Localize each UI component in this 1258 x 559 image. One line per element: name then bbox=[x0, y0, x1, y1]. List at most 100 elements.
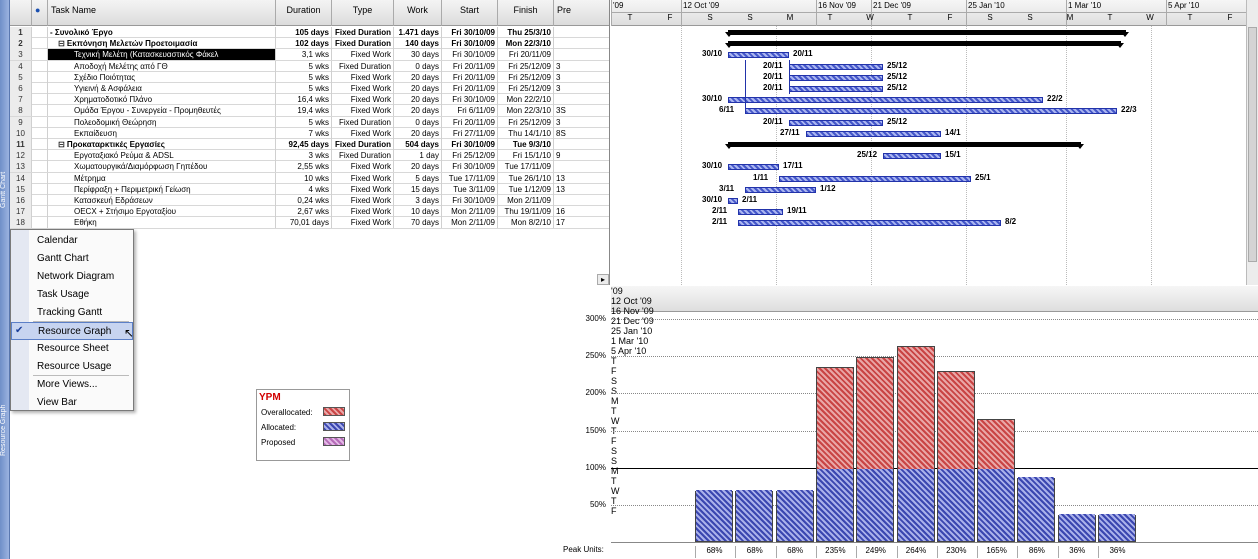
task-name-cell[interactable]: Εκπαίδευση bbox=[48, 127, 276, 139]
finish-cell[interactable]: Tue 26/1/10 bbox=[498, 172, 554, 184]
task-name-cell[interactable]: Ομάδα Έργου - Συνεργεία - Προμηθευτές bbox=[48, 105, 276, 117]
duration-cell[interactable]: 105 days bbox=[276, 27, 332, 38]
task-bar[interactable] bbox=[789, 119, 883, 126]
resource-graph[interactable]: '09 12 Oct '09 16 Nov '09 21 Dec '09 25 Jan … bbox=[611, 286, 1258, 559]
row-id[interactable]: 3 bbox=[10, 49, 32, 61]
type-cell[interactable]: Fixed Duration bbox=[332, 60, 394, 72]
finish-cell[interactable]: Mon 22/3/10 bbox=[498, 105, 554, 117]
row-id[interactable]: 18 bbox=[10, 217, 32, 229]
type-cell[interactable]: Fixed Work bbox=[332, 217, 394, 229]
task-bar[interactable] bbox=[728, 198, 738, 204]
predecessors-cell[interactable]: 16 bbox=[554, 206, 609, 217]
viewbar-gantt-label[interactable]: Gantt Chart bbox=[0, 160, 10, 220]
indicator-cell[interactable] bbox=[32, 161, 48, 173]
finish-cell[interactable]: Fri 25/12/09 bbox=[498, 116, 554, 128]
scrollbar-thumb[interactable] bbox=[1248, 27, 1257, 262]
task-bar[interactable] bbox=[789, 74, 883, 81]
type-cell[interactable]: Fixed Work bbox=[332, 195, 394, 206]
summary-bar[interactable] bbox=[725, 142, 1084, 149]
row-id[interactable]: 11 bbox=[10, 139, 32, 150]
table-row[interactable]: 10 Εκπαίδευση 7 wks Fixed Work 20 days Fri 27… bbox=[10, 127, 609, 139]
predecessors-cell[interactable] bbox=[554, 49, 609, 60]
start-cell[interactable]: Fri 27/11/09 bbox=[442, 127, 498, 139]
work-cell[interactable]: 30 days bbox=[394, 49, 442, 61]
table-row[interactable]: 15 Περίφραξη + Περιμετρική Γείωση 4 wks Fix… bbox=[10, 183, 609, 195]
row-id[interactable]: 14 bbox=[10, 172, 32, 184]
start-cell[interactable]: Fri 20/11/09 bbox=[442, 116, 498, 128]
predecessors-cell[interactable]: 9 bbox=[554, 150, 609, 161]
view-bar[interactable]: Gantt Chart Resource Graph bbox=[0, 0, 10, 559]
row-id[interactable]: 12 bbox=[10, 150, 32, 162]
task-name-cell[interactable]: Υγιεινή & Ασφάλεια bbox=[48, 83, 276, 94]
finish-cell[interactable]: Mon 8/2/10 bbox=[498, 217, 554, 229]
task-name-cell[interactable]: OECX + Στήσιμο Εργοταξίου bbox=[48, 206, 276, 218]
gantt-chart[interactable]: '09 12 Oct '09 16 Nov '09 21 Dec '09 25 Jan … bbox=[611, 0, 1258, 285]
task-name-cell[interactable]: Αποδοχή Μελέτης από ΓΘ bbox=[48, 60, 276, 72]
task-bar[interactable] bbox=[789, 63, 883, 70]
indicator-cell[interactable] bbox=[32, 172, 48, 184]
menu-item-view-bar[interactable]: View Bar bbox=[11, 394, 133, 412]
task-name-cell[interactable]: Πολεοδομική Θεώρηση bbox=[48, 116, 276, 128]
menu-item-resource-sheet[interactable]: Resource Sheet bbox=[11, 340, 133, 358]
indicator-cell[interactable] bbox=[32, 38, 48, 50]
start-cell[interactable]: Fri 30/10/09 bbox=[442, 49, 498, 61]
table-row[interactable]: 1 - Συνολικό Έργο 105 days Fixed Duration 1.… bbox=[10, 27, 609, 39]
type-cell[interactable]: Fixed Work bbox=[332, 206, 394, 218]
row-id[interactable]: 17 bbox=[10, 206, 32, 218]
duration-cell[interactable]: 0,24 wks bbox=[276, 195, 332, 206]
row-id[interactable]: 10 bbox=[10, 127, 32, 139]
duration-cell[interactable]: 10 wks bbox=[276, 172, 332, 184]
predecessors-cell[interactable]: 17 bbox=[554, 217, 609, 228]
duration-cell[interactable]: 2,67 wks bbox=[276, 206, 332, 218]
type-cell[interactable]: Fixed Work bbox=[332, 83, 394, 94]
task-bar[interactable] bbox=[738, 220, 1001, 227]
start-cell[interactable]: Fri 30/10/09 bbox=[442, 38, 498, 50]
work-cell[interactable]: 140 days bbox=[394, 38, 442, 50]
work-cell[interactable]: 0 days bbox=[394, 60, 442, 72]
task-bar[interactable] bbox=[779, 175, 971, 182]
menu-item-resource-graph[interactable]: Resource Graph bbox=[11, 322, 133, 340]
task-bar[interactable] bbox=[728, 164, 779, 171]
menu-item-network-diagram[interactable]: Network Diagram bbox=[11, 268, 133, 286]
task-name-cell[interactable]: Περίφραξη + Περιμετρική Γείωση bbox=[48, 183, 276, 195]
work-cell[interactable]: 20 days bbox=[394, 83, 442, 94]
task-name-cell[interactable]: Κατασκευή Εδράσεων bbox=[48, 195, 276, 206]
predecessors-cell[interactable]: 3 bbox=[554, 83, 609, 94]
predecessors-cell[interactable]: 13 bbox=[554, 184, 609, 195]
task-name-cell[interactable]: Χρηματοδοτικό Πλάνο bbox=[48, 94, 276, 106]
row-id[interactable]: 4 bbox=[10, 60, 32, 72]
table-row[interactable]: 14 Μέτρημα 10 wks Fixed Work 5 days Tue 17/11… bbox=[10, 172, 609, 184]
duration-cell[interactable]: 4 wks bbox=[276, 183, 332, 195]
finish-cell[interactable]: Fri 20/11/09 bbox=[498, 49, 554, 61]
row-id[interactable]: 7 bbox=[10, 94, 32, 106]
task-name-cell[interactable]: - Συνολικό Έργο bbox=[48, 27, 276, 38]
table-row[interactable]: 12 Εργοταξιακό Ρεύμα & ADSL 3 wks Fixed Dur… bbox=[10, 150, 609, 162]
viewbar-resource-label[interactable]: Resource Graph bbox=[0, 395, 10, 465]
table-row[interactable]: 16 Κατασκευή Εδράσεων 0,24 wks Fixed Work 3 … bbox=[10, 195, 609, 207]
task-bar[interactable] bbox=[883, 153, 941, 160]
row-id[interactable]: 9 bbox=[10, 116, 32, 128]
work-cell[interactable]: 5 days bbox=[394, 172, 442, 184]
predecessors-cell[interactable] bbox=[554, 139, 609, 150]
predecessors-cell[interactable] bbox=[554, 161, 609, 172]
indicator-cell[interactable] bbox=[32, 49, 48, 61]
header-start[interactable]: Start bbox=[442, 0, 498, 26]
duration-cell[interactable]: 102 days bbox=[276, 38, 332, 50]
table-row[interactable]: 11 ⊟ Προκαταρκτικές Εργασίες 92,45 days Fix… bbox=[10, 139, 609, 151]
menu-item-calendar[interactable]: Calendar bbox=[11, 232, 133, 250]
finish-cell[interactable]: Fri 15/1/10 bbox=[498, 150, 554, 162]
type-cell[interactable]: Fixed Work bbox=[332, 183, 394, 195]
start-cell[interactable]: Fri 20/11/09 bbox=[442, 60, 498, 72]
type-cell[interactable]: Fixed Work bbox=[332, 105, 394, 117]
table-row[interactable]: 13 Χωματουργικά/Διαμόρφωση Γηπέδου 2,55 wk… bbox=[10, 161, 609, 173]
type-cell[interactable]: Fixed Work bbox=[332, 94, 394, 106]
task-name-cell[interactable]: Εθήκη bbox=[48, 217, 276, 229]
predecessors-cell[interactable]: 3S bbox=[554, 105, 609, 116]
start-cell[interactable]: Fri 20/11/09 bbox=[442, 83, 498, 94]
duration-cell[interactable]: 19,4 wks bbox=[276, 105, 332, 117]
start-cell[interactable]: Fri 30/10/09 bbox=[442, 27, 498, 38]
predecessors-cell[interactable]: 13 bbox=[554, 173, 609, 184]
row-id[interactable]: 8 bbox=[10, 105, 32, 117]
finish-cell[interactable]: Tue 17/11/09 bbox=[498, 161, 554, 173]
task-bar[interactable] bbox=[789, 86, 883, 92]
